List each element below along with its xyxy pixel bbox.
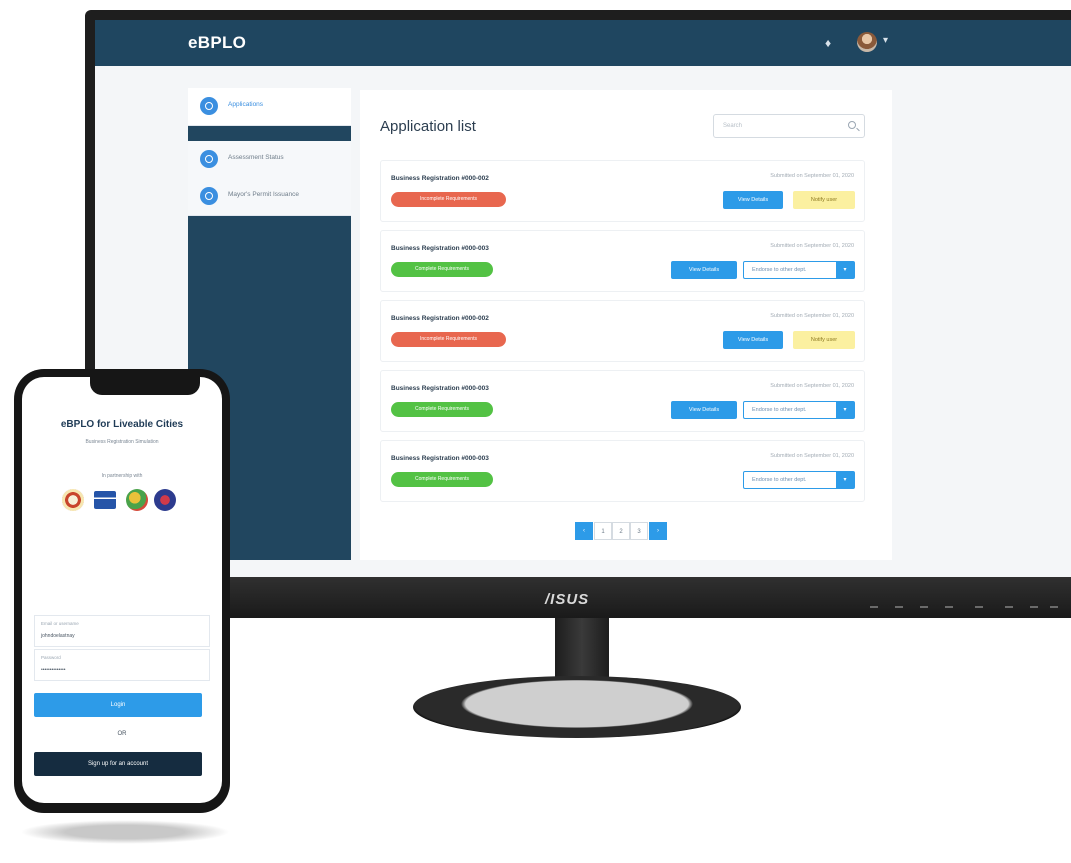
endorse-dropdown[interactable]: Endorse to other dept. ▾ <box>743 401 855 419</box>
password-value: •••••••••••••• <box>41 667 66 673</box>
app-title: eBPLO for Liveable Cities <box>60 419 184 430</box>
status-badge: Incomplete Requirements <box>391 332 506 347</box>
endorse-dropdown[interactable]: Endorse to other dept. ▾ <box>743 471 855 489</box>
partner-seal-icon <box>62 489 84 511</box>
login-button[interactable]: Login <box>34 693 202 717</box>
phone-notch <box>90 377 200 395</box>
user-avatar[interactable] <box>857 32 877 52</box>
applications-icon <box>200 97 218 115</box>
page-button[interactable]: 2 <box>612 522 630 540</box>
chevron-down-icon[interactable]: ▾ <box>836 402 854 418</box>
notify-user-button[interactable]: Notify user <box>793 331 855 349</box>
endorse-dropdown[interactable]: Endorse to other dept. ▾ <box>743 261 855 279</box>
application-title: Business Registration #000-002 <box>391 175 489 182</box>
monitor-control <box>945 606 953 608</box>
chevron-down-icon[interactable]: ▾ <box>883 35 888 46</box>
monitor-brand-logo: /ISUS <box>545 591 590 608</box>
password-label: Password <box>41 655 61 660</box>
dropdown-selected-value: Endorse to other dept. <box>752 407 807 413</box>
monitor-control <box>870 606 878 608</box>
search-placeholder: Search <box>723 123 743 129</box>
or-divider: OR <box>117 731 127 737</box>
application-list-panel: Application list Search Business Registr… <box>360 90 892 560</box>
permit-icon <box>200 187 218 205</box>
view-details-button[interactable]: View Details <box>671 401 737 419</box>
application-title: Business Registration #000-003 <box>391 455 489 462</box>
signup-button[interactable]: Sign up for an account <box>34 752 202 776</box>
username-label: Email or username <box>41 621 79 626</box>
monitor-control <box>1050 606 1058 608</box>
monitor-control <box>895 606 903 608</box>
monitor-stand-base <box>413 676 741 738</box>
username-field[interactable]: Email or username johndoelastnay <box>34 615 210 647</box>
bell-icon[interactable]: ♦ <box>825 36 831 50</box>
partner-seal-icon <box>154 489 176 511</box>
status-badge: Complete Requirements <box>391 402 493 417</box>
status-badge: Complete Requirements <box>391 472 493 487</box>
notify-user-button[interactable]: Notify user <box>793 191 855 209</box>
application-title: Business Registration #000-002 <box>391 315 489 322</box>
application-title: Business Registration #000-003 <box>391 245 489 252</box>
page-button[interactable]: 3 <box>630 522 648 540</box>
chevron-left-icon[interactable]: ‹ <box>575 522 593 540</box>
application-card: Business Registration #000-003 Submitted… <box>380 440 865 502</box>
monitor-control <box>1005 606 1013 608</box>
application-title: Business Registration #000-003 <box>391 385 489 392</box>
username-value: johndoelastnay <box>41 633 75 639</box>
chevron-down-icon[interactable]: ▾ <box>836 262 854 278</box>
submitted-date: Submitted on September 01, 2020 <box>770 243 854 249</box>
desktop-screen: eBPLO ♦ ▾ Applications Assessment Status… <box>95 20 1071 577</box>
top-navigation-bar: eBPLO ♦ ▾ <box>95 20 1071 66</box>
chevron-down-icon[interactable]: ▾ <box>836 472 854 488</box>
view-details-button[interactable]: View Details <box>671 261 737 279</box>
application-card: Business Registration #000-002 Submitted… <box>380 300 865 362</box>
monitor-control <box>920 606 928 608</box>
submitted-date: Submitted on September 01, 2020 <box>770 173 854 179</box>
search-icon[interactable] <box>848 121 856 129</box>
sidebar-item-label: Applications <box>228 101 264 108</box>
chevron-right-icon[interactable]: › <box>649 522 667 540</box>
password-field[interactable]: Password •••••••••••••• <box>34 649 210 681</box>
page-button[interactable]: 1 <box>594 522 612 540</box>
application-card: Business Registration #000-003 Submitted… <box>380 370 865 432</box>
submitted-date: Submitted on September 01, 2020 <box>770 383 854 389</box>
status-badge: Incomplete Requirements <box>391 192 506 207</box>
application-card: Business Registration #000-003 Submitted… <box>380 230 865 292</box>
sidebar-item-label: Mayor's Permit Issuance <box>228 191 299 198</box>
monitor-control <box>1030 606 1038 608</box>
sidebar-item-applications[interactable]: Applications <box>188 88 351 126</box>
search-input[interactable]: Search <box>713 114 865 138</box>
app-subtitle: Business Registration Simulation <box>85 439 159 445</box>
submitted-date: Submitted on September 01, 2020 <box>770 453 854 459</box>
view-details-button[interactable]: View Details <box>723 191 783 209</box>
dropdown-selected-value: Endorse to other dept. <box>752 477 807 483</box>
sidebar-item-assessment-status[interactable]: Assessment Status <box>188 141 351 179</box>
brand-logo[interactable]: eBPLO <box>188 33 246 53</box>
sidebar-item-mayors-permit[interactable]: Mayor's Permit Issuance <box>188 178 351 216</box>
view-details-button[interactable]: View Details <box>723 331 783 349</box>
partner-seal-icon <box>126 489 148 511</box>
sidebar-item-label: Assessment Status <box>228 154 284 161</box>
dropdown-selected-value: Endorse to other dept. <box>752 267 807 273</box>
phone-screen: eBPLO for Liveable Cities Business Regis… <box>22 377 222 803</box>
assessment-icon <box>200 150 218 168</box>
phone-shadow <box>20 820 230 844</box>
submitted-date: Submitted on September 01, 2020 <box>770 313 854 319</box>
status-badge: Complete Requirements <box>391 262 493 277</box>
monitor-control <box>975 606 983 608</box>
partner-building-icon <box>94 491 116 509</box>
partnership-label: In partnership with <box>101 473 143 479</box>
page-title: Application list <box>380 118 476 135</box>
application-card: Business Registration #000-002 Submitted… <box>380 160 865 222</box>
